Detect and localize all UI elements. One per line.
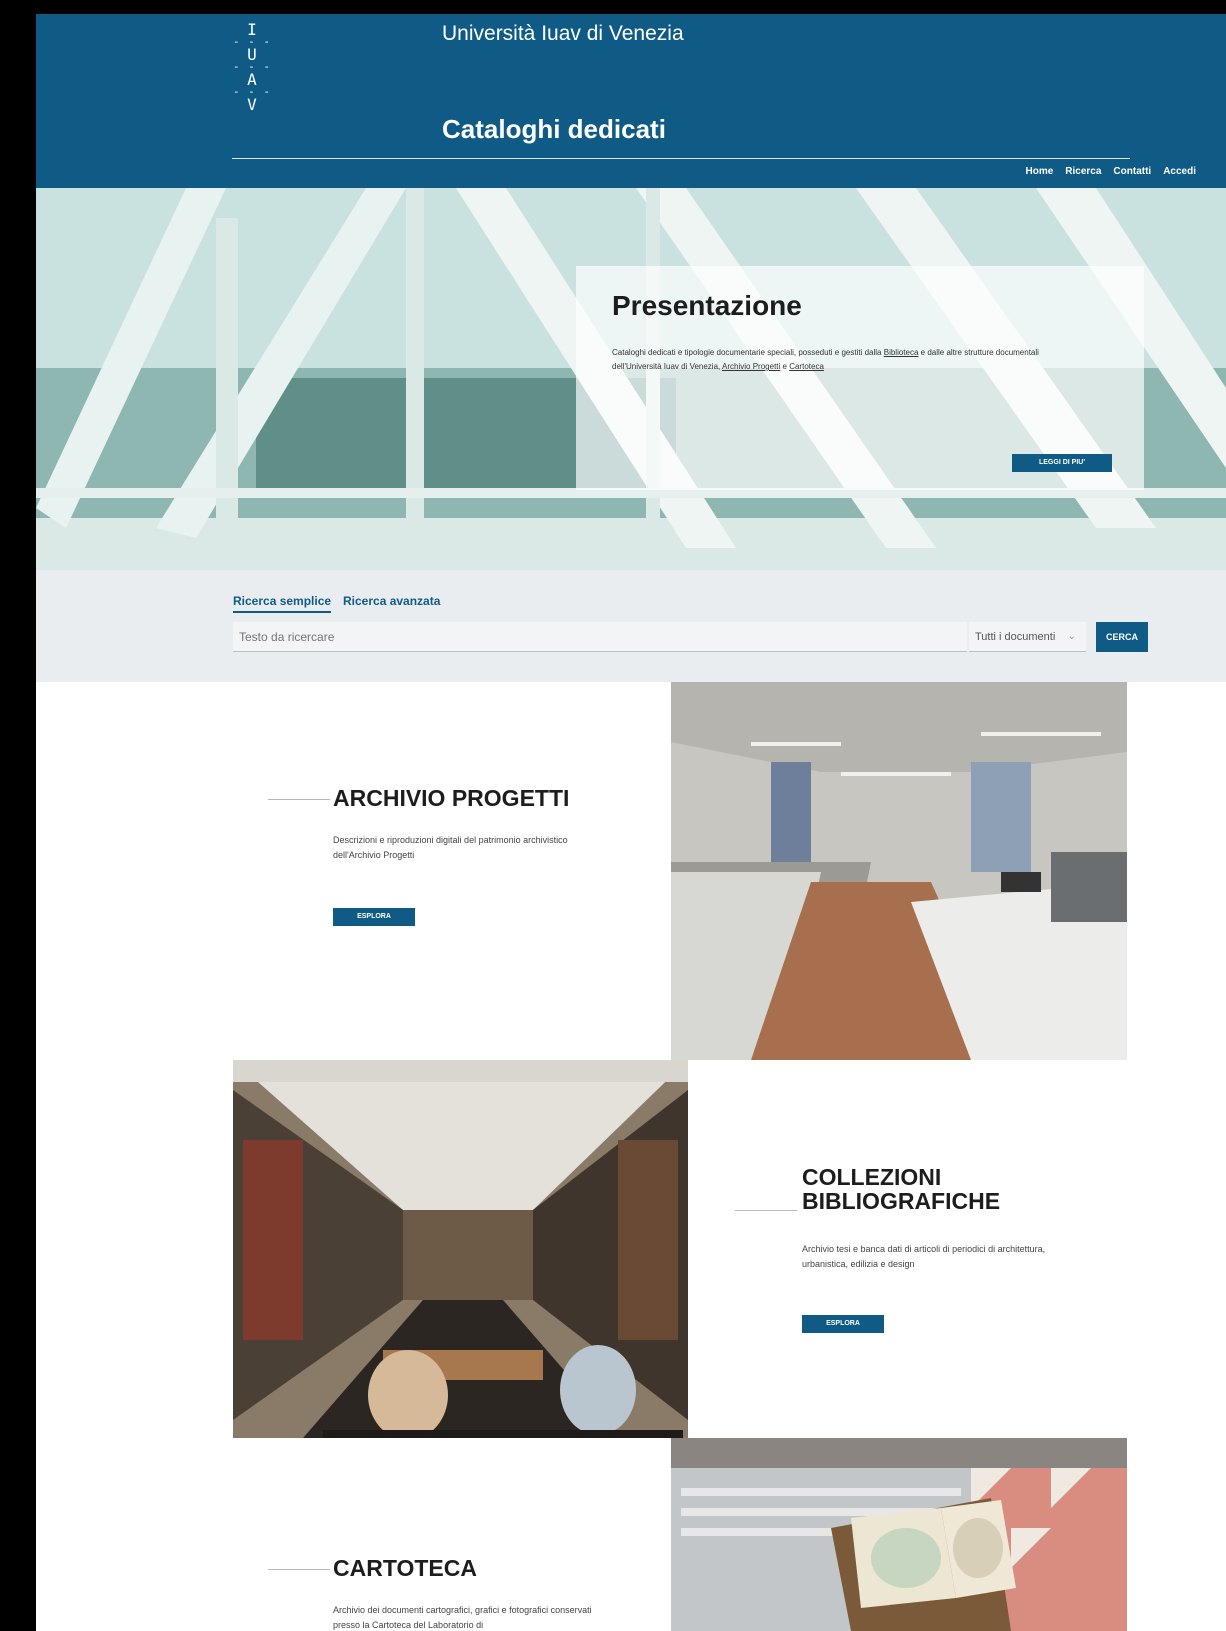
link-biblioteca[interactable]: Biblioteca (884, 348, 919, 357)
cartoteca-maps-photo (671, 1438, 1127, 1631)
chevron-down-icon: ⌄ (1067, 631, 1076, 642)
section-title-collezioni[interactable]: COLLEZIONI BIBLIOGRAFICHE (802, 1165, 1000, 1213)
nav-ricerca[interactable]: Ricerca (1065, 166, 1101, 177)
nav-accedi[interactable]: Accedi (1163, 166, 1196, 177)
library-reading-room-photo (233, 1060, 688, 1438)
presentation-panel: Presentazione Cataloghi dedicati e tipol… (576, 266, 1144, 490)
page: I - - - U - - - A - - - V Università Iua… (0, 0, 1226, 1631)
search-panel: Ricerca semplice Ricerca avanzata Tutti … (36, 570, 1226, 682)
nav-home[interactable]: Home (1025, 166, 1053, 177)
document-type-value: Tutti i documenti (975, 631, 1056, 643)
section-desc-collezioni: Archivio tesi e banca dati di articoli d… (802, 1244, 1046, 1269)
section-desc-cartoteca: Archivio dei documenti cartografici, gra… (333, 1605, 592, 1630)
section-desc-archivio: Descrizioni e riproduzioni digitali del … (333, 835, 568, 860)
section-decor-line (735, 1210, 797, 1211)
logo-letter-v: V (247, 95, 257, 114)
top-nav: Home Ricerca Contatti Accedi (1025, 166, 1196, 177)
section-decor-line (268, 1569, 330, 1570)
section-decor-line (268, 799, 330, 800)
hero-banner: Presentazione Cataloghi dedicati e tipol… (36, 188, 1226, 570)
section-title-cartoteca[interactable]: CARTOTECA (333, 1556, 477, 1580)
section-title-line: BIBLIOGRAFICHE (802, 1188, 1001, 1214)
site-title[interactable]: Cataloghi dedicati (442, 114, 666, 145)
frame-left (0, 0, 36, 1631)
iuav-logo[interactable]: I - - - U - - - A - - - V (232, 22, 272, 114)
read-more-button[interactable]: LEGGI DI PIU' (1012, 454, 1112, 472)
header-divider (232, 158, 1130, 159)
link-archivio-progetti[interactable]: Archivio Progetti (722, 362, 780, 371)
link-cartoteca[interactable]: Cartoteca (789, 362, 824, 371)
frame-top (0, 0, 1226, 14)
nav-contatti[interactable]: Contatti (1113, 166, 1151, 177)
search-button[interactable]: CERCA (1096, 622, 1148, 652)
site-header: I - - - U - - - A - - - V Università Iua… (36, 14, 1226, 188)
section-title-archivio[interactable]: ARCHIVIO PROGETTI (333, 786, 569, 810)
presentation-text: Cataloghi dedicati e tipologie documenta… (612, 346, 1072, 374)
presentation-title: Presentazione (612, 290, 802, 321)
tab-advanced-search[interactable]: Ricerca avanzata (343, 594, 440, 608)
tab-simple-search[interactable]: Ricerca semplice (233, 594, 332, 613)
search-input[interactable] (233, 622, 967, 652)
explore-archivio-button[interactable]: ESPLORA (333, 908, 415, 926)
document-type-select[interactable]: Tutti i documenti ⌄ (969, 622, 1086, 652)
presentation-text-part: Cataloghi dedicati e tipologie documenta… (612, 348, 884, 357)
archive-room-photo (671, 682, 1127, 1060)
section-title-line: COLLEZIONI (802, 1164, 942, 1190)
university-name[interactable]: Università Iuav di Venezia (442, 22, 684, 46)
presentation-text-part: e (780, 362, 790, 371)
explore-collezioni-button[interactable]: ESPLORA (802, 1315, 884, 1333)
